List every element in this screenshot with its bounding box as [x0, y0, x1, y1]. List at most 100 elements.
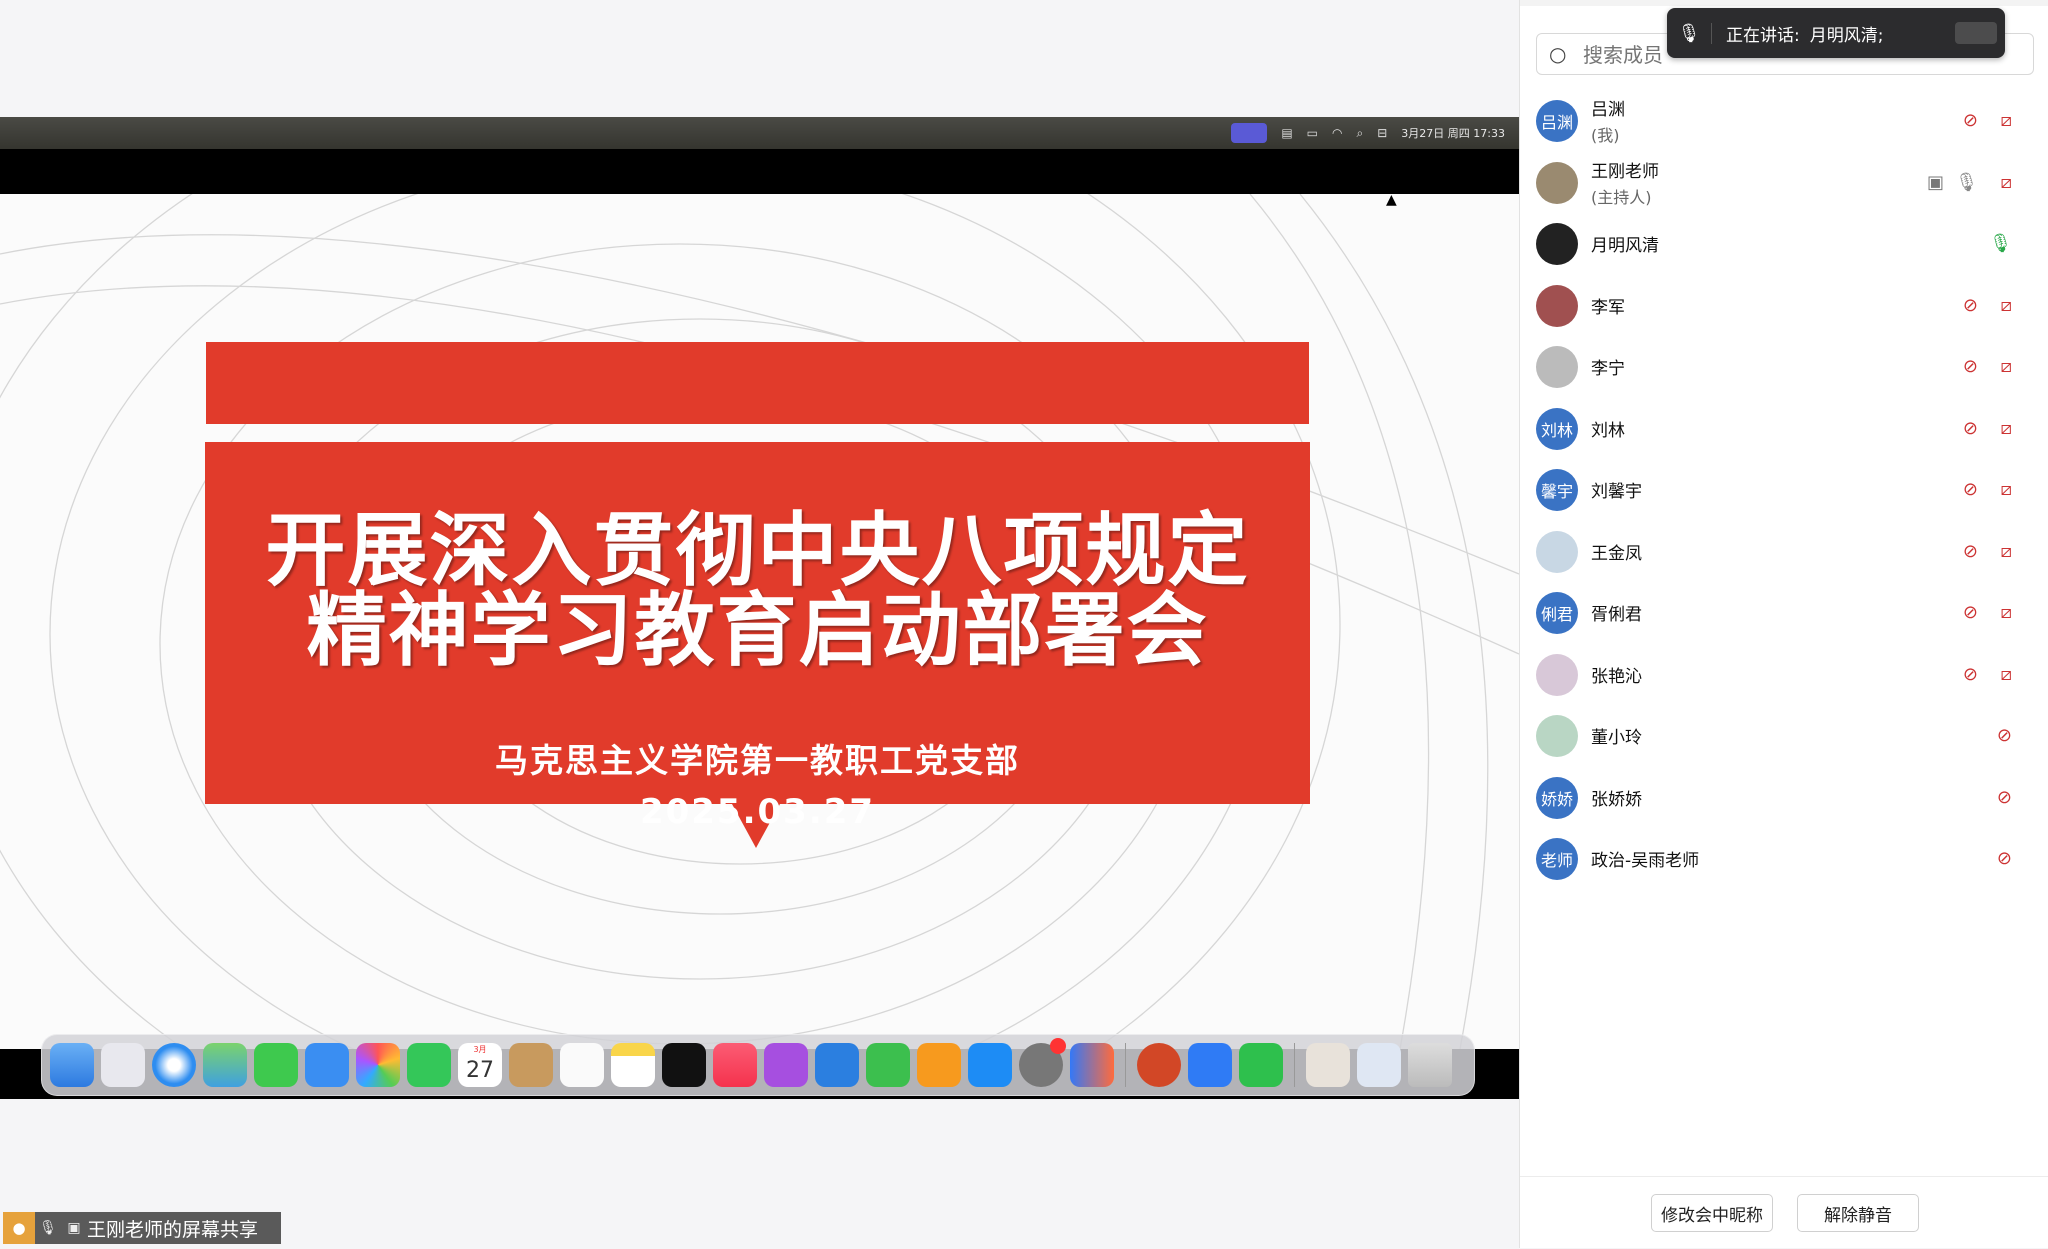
member-name-block: 王刚老师 (主持人): [1591, 152, 1659, 213]
member-row[interactable]: 李军 ⊘ ⧄: [1536, 275, 2034, 337]
mic-muted-icon[interactable]: ⊘: [1963, 541, 1978, 562]
document-stack-icon: [1306, 1043, 1350, 1087]
shared-screen: ▤ ▭ ◠ ⌕ ⊟ 3月27日 周四 17:33 开展深入贯彻中央八项规定 精神…: [0, 0, 1519, 1248]
member-name-block: 吕渊 (我): [1591, 90, 1625, 151]
notes-icon: [611, 1043, 655, 1087]
finder-icon: [50, 1043, 94, 1087]
member-name: 李宁: [1591, 359, 1625, 379]
presenter-avatar-icon: ●: [3, 1212, 35, 1244]
member-avatar: [1536, 161, 1578, 204]
mic-muted-icon[interactable]: ⊘: [1997, 848, 2012, 869]
wifi-icon: ◠: [1332, 126, 1343, 140]
mic-muted-icon[interactable]: ⊘: [1997, 725, 2012, 746]
mic-muted-icon[interactable]: ⊘: [1997, 787, 2012, 808]
notification-badge: [1050, 1038, 1066, 1054]
member-row[interactable]: 老师 政治-吴雨老师 ⊘: [1536, 828, 2034, 890]
member-name-block: 刘林: [1591, 398, 1625, 459]
mic-icon: 🎙: [39, 1220, 57, 1236]
mic-muted-icon[interactable]: ⊘: [1963, 479, 1978, 500]
photos-icon: [356, 1043, 400, 1087]
reminders-icon: [560, 1043, 604, 1087]
member-row[interactable]: 俐君 胥俐君 ⊘ ⧄: [1536, 582, 2034, 644]
screen-share-label: 王刚老师的屏幕共享: [87, 1218, 259, 1241]
dock-separator: [1125, 1043, 1126, 1087]
member-avatar: [1536, 346, 1578, 388]
camera-off-icon[interactable]: ⧄: [2001, 295, 2012, 316]
member-row[interactable]: 馨宇 刘馨宇 ⊘ ⧄: [1536, 459, 2034, 521]
member-name: 刘馨宇: [1591, 482, 1642, 502]
camera-off-icon[interactable]: ⧄: [2001, 110, 2012, 131]
member-avatar: [1536, 223, 1578, 265]
mic-muted-icon[interactable]: ⊘: [1963, 110, 1978, 131]
member-avatar: 馨宇: [1536, 469, 1578, 511]
mic-icon[interactable]: 🎙: [1955, 172, 1978, 193]
mic-muted-icon[interactable]: ⊘: [1963, 418, 1978, 439]
app-store-icon: [968, 1043, 1012, 1087]
podcasts-icon: [764, 1043, 808, 1087]
rename-in-meeting-button[interactable]: 修改会中昵称: [1651, 1194, 1773, 1232]
camera-off-icon[interactable]: ⧄: [2001, 356, 2012, 377]
speaker-thumbnail: [1955, 22, 1997, 44]
mic-icon[interactable]: 🎙: [1989, 233, 2012, 254]
member-avatar: 刘林: [1536, 407, 1578, 450]
member-name-block: 董小玲: [1591, 705, 1642, 766]
keyboard-icon: ▤: [1281, 126, 1293, 140]
member-name-block: 政治-吴雨老师: [1591, 828, 1699, 889]
mouse-cursor-icon: ▲: [1386, 192, 1397, 208]
mic-muted-icon[interactable]: ⊘: [1963, 664, 1978, 685]
member-name: 董小玲: [1591, 728, 1642, 748]
member-avatar: 吕渊: [1536, 100, 1578, 142]
member-role: (我): [1591, 126, 1620, 145]
member-row[interactable]: 王刚老师 (主持人) ▣ 🎙 ⧄: [1536, 152, 2034, 214]
mic-muted-icon[interactable]: ⊘: [1963, 295, 1978, 316]
member-row[interactable]: 董小玲 ⊘: [1536, 705, 2034, 767]
mic-muted-icon[interactable]: ⊘: [1963, 602, 1978, 623]
dock-separator: [1294, 1043, 1295, 1087]
speaking-name: 月明风清;: [1809, 25, 1884, 46]
member-name-block: 李军: [1591, 275, 1625, 336]
member-avatar: 老师: [1536, 838, 1578, 880]
screen-share-status-bar: ● 🎙 ▣ 王刚老师的屏幕共享: [3, 1212, 281, 1244]
member-name: 王刚老师: [1591, 161, 1659, 182]
member-name: 吕渊: [1591, 100, 1625, 120]
member-name-block: 胥俐君: [1591, 582, 1642, 643]
member-row[interactable]: 张艳沁 ⊘ ⧄: [1536, 644, 2034, 706]
member-name-block: 月明风清: [1591, 213, 1659, 274]
camera-off-icon[interactable]: ⧄: [2001, 172, 2012, 193]
member-row[interactable]: 吕渊 吕渊 (我) ⊘ ⧄: [1536, 90, 2034, 152]
panel-footer: 修改会中昵称 解除静音: [1520, 1176, 2048, 1249]
iphone-mirroring-icon: [1070, 1043, 1114, 1087]
mac-menubar: ▤ ▭ ◠ ⌕ ⊟ 3月27日 周四 17:33: [0, 117, 1519, 149]
numbers-icon: [866, 1043, 910, 1087]
member-row[interactable]: 刘林 刘林 ⊘ ⧄: [1536, 398, 2034, 460]
member-row[interactable]: 月明风清 🎙: [1536, 213, 2034, 275]
member-name-block: 张娇娇: [1591, 767, 1642, 828]
member-avatar: [1536, 284, 1578, 327]
camera-off-icon[interactable]: ⧄: [2001, 479, 2012, 500]
camera-off-icon[interactable]: ⧄: [2001, 541, 2012, 562]
mail-icon: [305, 1043, 349, 1087]
calendar-month-label: 3月: [473, 1045, 487, 1054]
battery-icon: ▭: [1306, 126, 1319, 140]
menubar-status-area: ▤ ▭ ◠ ⌕ ⊟ 3月27日 周四 17:33: [1231, 117, 1505, 149]
calendar-day-label: 27: [466, 1058, 494, 1083]
contacts-icon: [509, 1043, 553, 1087]
camera-off-icon[interactable]: ⧄: [2001, 664, 2012, 685]
screen-share-tray-icon: [1231, 123, 1268, 143]
apple-tv-icon: [662, 1043, 706, 1087]
member-name: 胥俐君: [1591, 605, 1642, 625]
unmute-button[interactable]: 解除静音: [1797, 1194, 1919, 1232]
member-row[interactable]: 娇娇 张娇娇 ⊘: [1536, 767, 2034, 829]
camera-off-icon[interactable]: ⧄: [2001, 418, 2012, 439]
mac-dock: 3月 27: [41, 1034, 1475, 1096]
presentation-slide: 开展深入贯彻中央八项规定 精神学习教育启动部署会 马克思主义学院第一教职工党支部…: [0, 194, 1519, 1049]
maps-icon: [203, 1043, 247, 1087]
slide-red-banner-top: [206, 342, 1309, 424]
member-row[interactable]: 李宁 ⊘ ⧄: [1536, 336, 2034, 398]
messages-icon: [254, 1043, 298, 1087]
member-row[interactable]: 王金凤 ⊘ ⧄: [1536, 521, 2034, 583]
member-name: 政治-吴雨老师: [1591, 851, 1700, 871]
letterbox-top: [0, 149, 1519, 194]
mic-muted-icon[interactable]: ⊘: [1963, 356, 1978, 377]
camera-off-icon[interactable]: ⧄: [2001, 602, 2012, 623]
